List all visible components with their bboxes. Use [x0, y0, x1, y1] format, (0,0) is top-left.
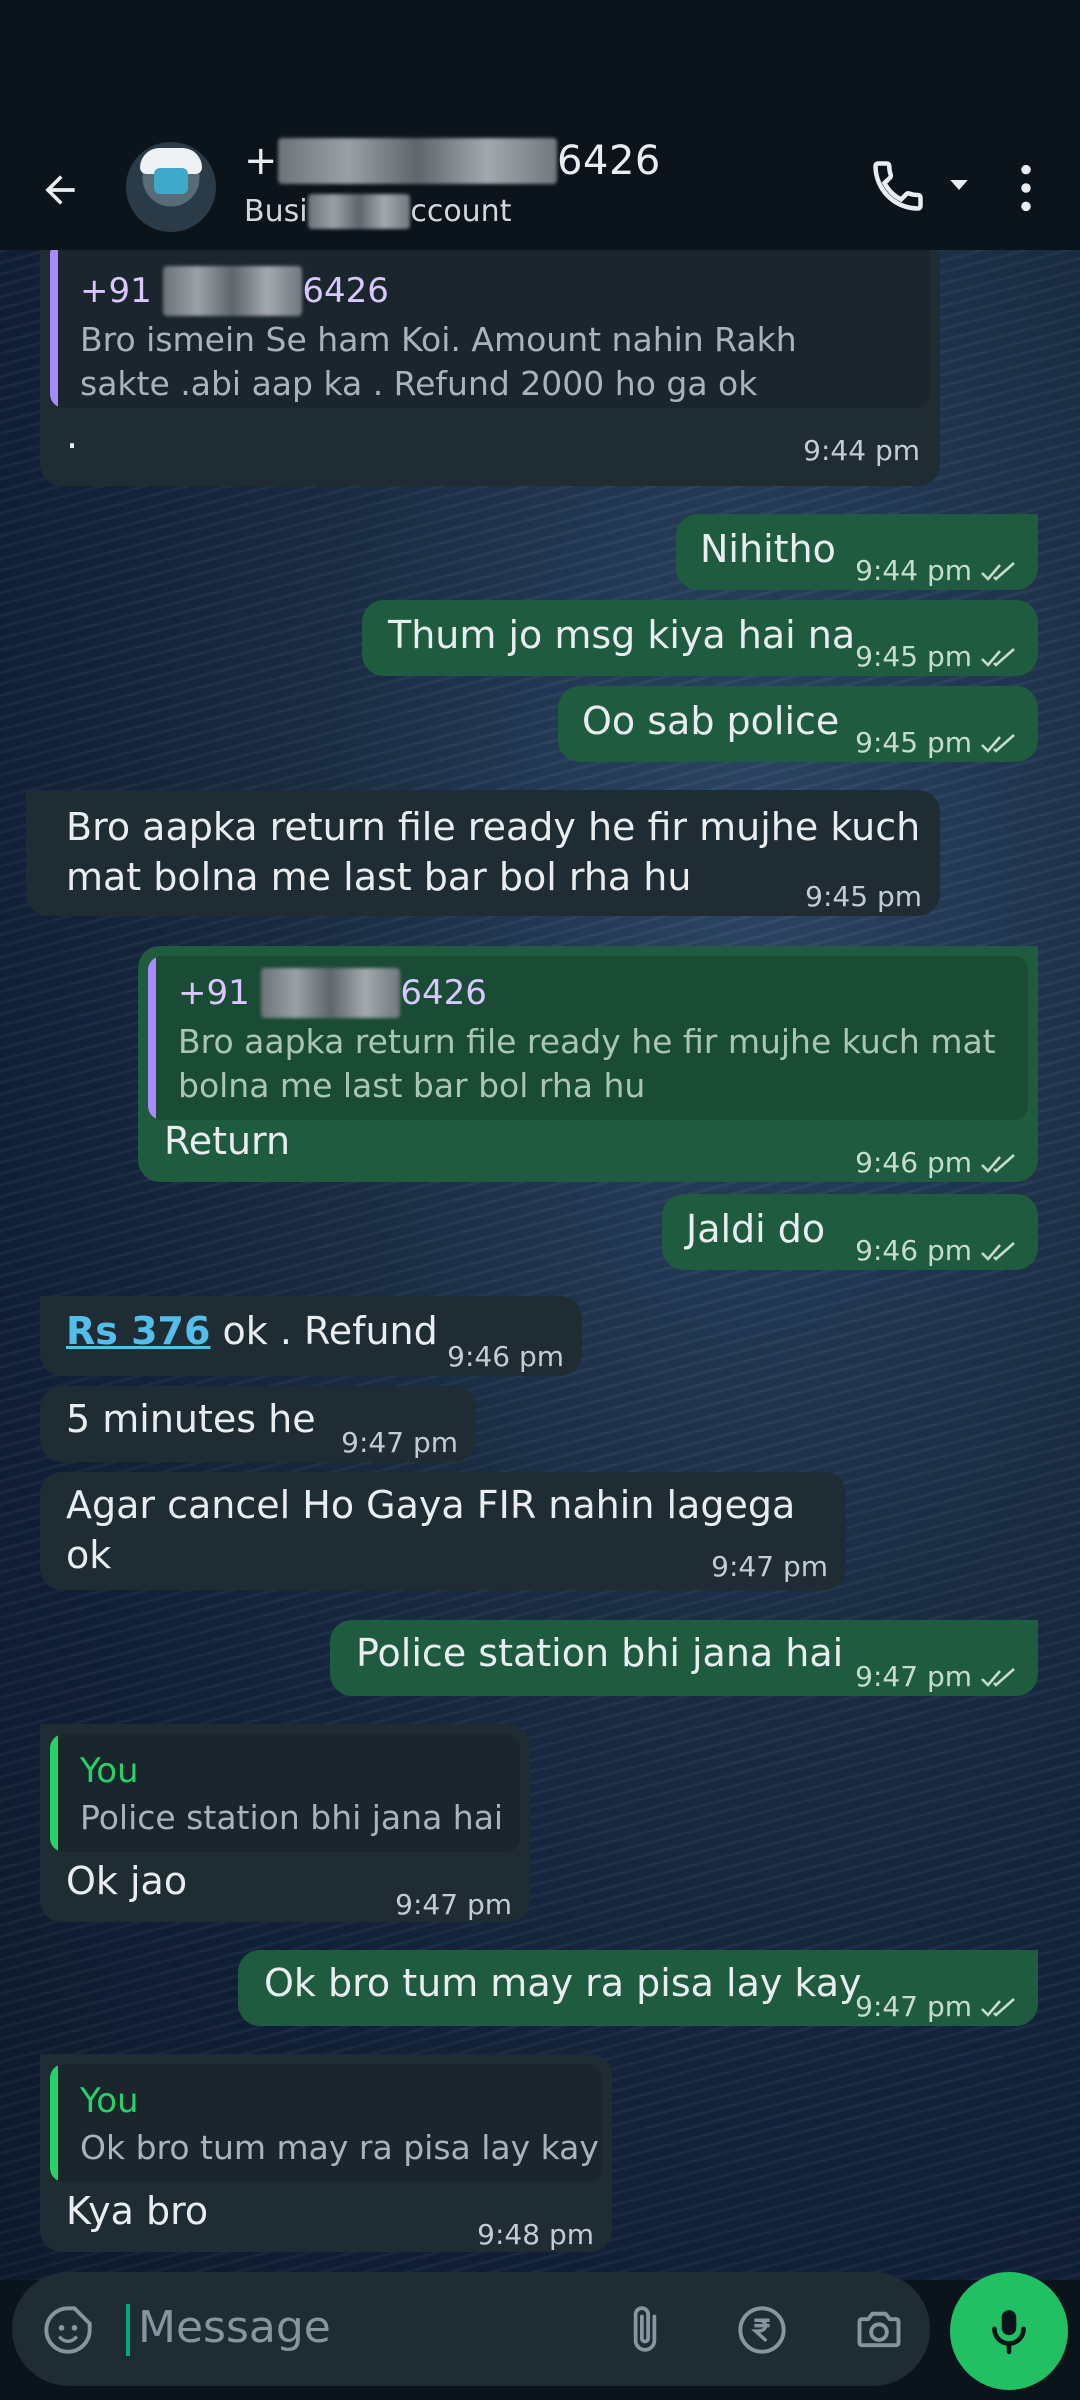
contact-name[interactable]: +XXXXXXXXXX6426	[244, 138, 661, 184]
message-text: Police station bhi jana hai	[356, 1631, 844, 1675]
voice-message-button[interactable]	[950, 2272, 1068, 2390]
sticker-icon[interactable]	[42, 2304, 94, 2356]
message-input[interactable]: Message	[138, 2302, 331, 2353]
message-composer[interactable]: Message	[12, 2272, 930, 2386]
message-time: 9:46 pm	[447, 1340, 564, 1373]
read-ticks-icon	[981, 1154, 1015, 1173]
voice-call-button[interactable]	[868, 156, 928, 216]
message-text: .	[66, 413, 79, 457]
camera-icon[interactable]	[852, 2304, 906, 2356]
message-outgoing[interactable]: Ok bro tum may ra pisa lay kay 9:47 pm	[238, 1950, 1038, 2026]
quoted-text: Ok bro tum may ra pisa lay kay	[80, 2128, 599, 2167]
quoted-text: Bro aapka return file ready he fir mujhe…	[178, 1022, 996, 1105]
message-outgoing[interactable]: Nihitho 9:44 pm	[676, 514, 1038, 590]
phone-icon	[873, 161, 923, 211]
message-time: 9:47 pm	[395, 1888, 512, 1921]
message-text: Oo sab police	[582, 699, 840, 743]
message-incoming[interactable]: You Police station bhi jana hai Ok jao 9…	[40, 1724, 530, 1922]
quoted-text: Police station bhi jana hai	[80, 1798, 504, 1837]
message-text: Jaldi do	[686, 1207, 826, 1251]
quoted-sender: You	[80, 1751, 139, 1791]
back-button[interactable]	[28, 158, 92, 222]
message-text: Rs 376 ok . Refund	[66, 1309, 438, 1353]
message-time: 9:46 pm	[855, 1138, 1020, 1188]
call-options-button[interactable]	[944, 170, 974, 200]
status-bar	[0, 0, 1080, 130]
message-outgoing[interactable]: Police station bhi jana hai 9:47 pm	[330, 1620, 1038, 1696]
quoted-text: Bro ismein Se ham Koi. Amount nahin Rakh…	[80, 320, 797, 403]
message-incoming[interactable]: 5 minutes he 9:47 pm	[40, 1386, 476, 1462]
message-text: Kya bro	[66, 2189, 209, 2233]
rupee-icon[interactable]	[736, 2304, 788, 2356]
more-vert-icon	[1021, 164, 1031, 212]
message-outgoing[interactable]: +91 XXXXXX6426 Bro aapka return file rea…	[138, 946, 1038, 1182]
message-text: Return	[164, 1119, 291, 1163]
read-ticks-icon	[981, 562, 1015, 581]
message-time: 9:45 pm	[855, 632, 1020, 682]
message-time: 9:47 pm	[711, 1550, 828, 1583]
message-text: Ok bro tum may ra pisa lay kay	[264, 1961, 862, 2005]
read-ticks-icon	[981, 1242, 1015, 1261]
message-time: 9:45 pm	[805, 880, 922, 913]
message-text: Bro aapka return file ready he fir mujhe…	[66, 805, 921, 899]
avatar[interactable]	[126, 142, 216, 232]
message-text: Nihitho	[700, 527, 836, 571]
message-time: 9:46 pm	[855, 1226, 1020, 1276]
message-incoming[interactable]: Bro aapka return file ready he fir mujhe…	[26, 790, 940, 916]
message-incoming[interactable]: Rs 376 ok . Refund 9:46 pm	[40, 1296, 582, 1376]
quoted-sender: +91 XXXXXX6426	[80, 266, 389, 316]
message-text: Thum jo msg kiya hai na	[388, 613, 856, 657]
message-time: 9:47 pm	[341, 1426, 458, 1459]
quoted-message[interactable]: +91 XXXXXX6426 Bro aapka return file rea…	[148, 956, 1028, 1120]
message-time: 9:47 pm	[855, 1652, 1020, 1702]
quoted-sender: +91 XXXXXX6426	[178, 968, 487, 1018]
message-incoming[interactable]: Agar cancel Ho Gaya FIR nahin lagega ok …	[40, 1472, 846, 1590]
read-ticks-icon	[981, 734, 1015, 753]
quoted-sender: You	[80, 2081, 139, 2121]
read-ticks-icon	[981, 1998, 1015, 2017]
redacted-number: XXXXXX	[162, 266, 303, 316]
message-incoming[interactable]: You Ok bro tum may ra pisa lay kay Kya b…	[40, 2054, 612, 2252]
more-options-button[interactable]	[1004, 156, 1048, 220]
message-outgoing[interactable]: Thum jo msg kiya hai na 9:45 pm	[362, 600, 1038, 676]
message-time: 9:47 pm	[855, 1982, 1020, 2032]
paperclip-icon[interactable]	[620, 2302, 670, 2356]
quoted-message[interactable]: You Ok bro tum may ra pisa lay kay	[50, 2064, 602, 2182]
contact-subtitle: BusiXXXXXccount	[244, 194, 512, 229]
redacted-number: XXXXXX	[260, 968, 401, 1018]
message-incoming[interactable]: +91 XXXXXX6426 Bro ismein Se ham Koi. Am…	[40, 250, 940, 486]
redacted-text: XXXXX	[307, 194, 411, 229]
chat-area[interactable]: +91 XXXXXX6426 Bro ismein Se ham Koi. Am…	[0, 250, 1080, 2280]
message-time: 9:48 pm	[477, 2218, 594, 2251]
message-text: 5 minutes he	[66, 1397, 316, 1441]
arrow-left-icon	[45, 175, 75, 205]
quoted-message[interactable]: +91 XXXXXX6426 Bro ismein Se ham Koi. Am…	[50, 250, 930, 408]
message-text: Ok jao	[66, 1859, 188, 1903]
quoted-message[interactable]: You Police station bhi jana hai	[50, 1734, 520, 1852]
chat-header: +XXXXXXXXXX6426 BusiXXXXXccount	[0, 130, 1080, 250]
read-ticks-icon	[981, 1668, 1015, 1687]
message-time: 9:44 pm	[803, 434, 920, 467]
message-time: 9:45 pm	[855, 718, 1020, 768]
amount-link[interactable]: Rs 376	[66, 1309, 210, 1353]
mic-icon	[992, 2310, 1026, 2355]
message-outgoing[interactable]: Oo sab police 9:45 pm	[558, 686, 1038, 762]
redacted-number: XXXXXXXXXX	[278, 138, 558, 184]
caret-down-icon	[950, 180, 968, 190]
text-cursor	[126, 2304, 130, 2356]
read-ticks-icon	[981, 648, 1015, 667]
message-outgoing[interactable]: Jaldi do 9:46 pm	[662, 1194, 1038, 1270]
message-time: 9:44 pm	[855, 546, 1020, 596]
